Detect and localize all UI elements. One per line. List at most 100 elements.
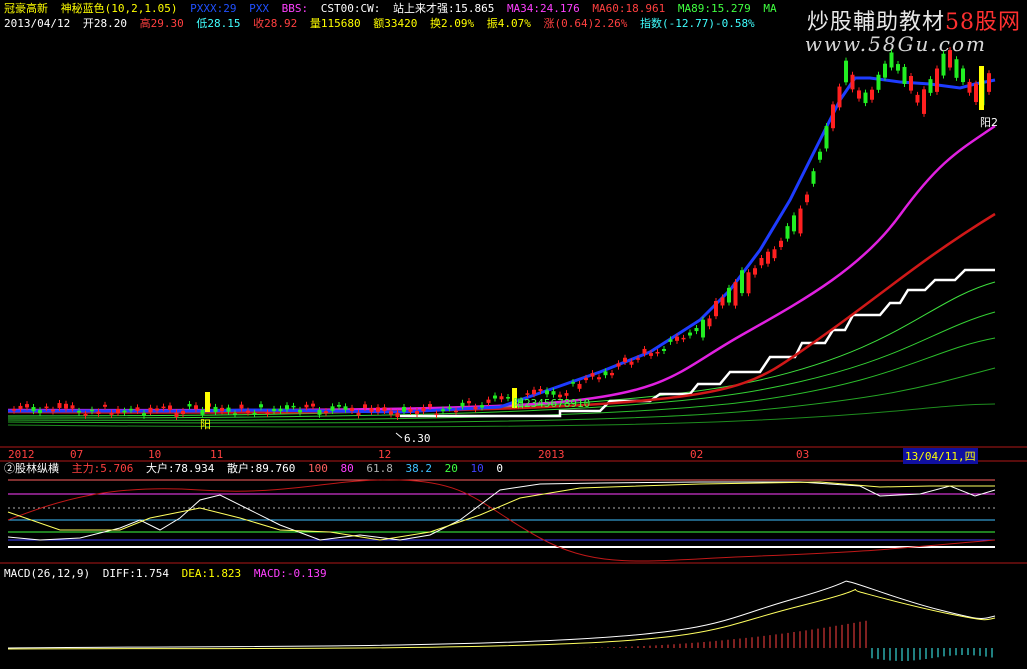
candle[interactable] — [369, 408, 374, 412]
candle[interactable] — [928, 79, 933, 93]
candle[interactable] — [168, 405, 172, 410]
candle[interactable] — [545, 390, 549, 395]
candle[interactable] — [129, 408, 133, 411]
candle[interactable] — [200, 409, 205, 415]
candle[interactable] — [70, 405, 75, 409]
candle[interactable] — [194, 405, 198, 410]
candle[interactable] — [454, 410, 458, 413]
candle[interactable] — [961, 68, 965, 83]
candle[interactable] — [285, 405, 289, 410]
candle[interactable] — [740, 270, 744, 294]
candle[interactable] — [909, 76, 913, 91]
candle[interactable] — [343, 406, 348, 410]
candle[interactable] — [753, 268, 757, 275]
candle[interactable] — [616, 363, 621, 367]
candle[interactable] — [792, 215, 796, 232]
candle[interactable] — [564, 393, 569, 396]
candle[interactable] — [44, 406, 49, 409]
candle[interactable] — [610, 372, 614, 376]
candle[interactable] — [571, 382, 575, 384]
candle[interactable] — [181, 410, 185, 415]
candle[interactable] — [642, 348, 647, 354]
candle[interactable] — [64, 403, 68, 409]
candle[interactable] — [311, 403, 315, 407]
candle[interactable] — [889, 52, 894, 68]
candle[interactable] — [298, 409, 302, 413]
candle[interactable] — [902, 66, 907, 84]
ind2-title[interactable]: ②股林纵横 — [4, 462, 59, 475]
candle[interactable] — [733, 282, 738, 306]
candle[interactable] — [213, 406, 218, 412]
candle[interactable] — [675, 336, 679, 341]
candle[interactable] — [220, 407, 224, 412]
candle[interactable] — [662, 348, 666, 351]
candle[interactable] — [493, 395, 497, 399]
candle[interactable] — [857, 90, 861, 99]
candle[interactable] — [915, 94, 920, 103]
candle[interactable] — [51, 409, 55, 412]
candle[interactable] — [291, 405, 296, 408]
candle[interactable] — [811, 171, 816, 184]
candle[interactable] — [259, 404, 263, 408]
candle[interactable] — [428, 404, 432, 407]
candle[interactable] — [655, 351, 660, 354]
candle[interactable] — [837, 86, 842, 108]
candle[interactable] — [636, 358, 640, 360]
candle[interactable] — [824, 126, 829, 149]
candle[interactable] — [805, 194, 809, 203]
candle[interactable] — [96, 411, 101, 414]
candle[interactable] — [415, 411, 419, 415]
candle[interactable] — [597, 377, 601, 380]
candle[interactable] — [831, 104, 835, 129]
candle[interactable] — [766, 251, 770, 264]
candle[interactable] — [467, 401, 471, 404]
candle[interactable] — [844, 60, 848, 83]
candle[interactable] — [941, 53, 946, 76]
candle[interactable] — [447, 407, 452, 409]
candle[interactable] — [538, 389, 543, 392]
candle[interactable] — [714, 301, 718, 317]
candle[interactable] — [948, 50, 952, 68]
candle[interactable] — [83, 413, 88, 416]
candle[interactable] — [278, 408, 283, 412]
candle[interactable] — [876, 74, 881, 90]
candle[interactable] — [161, 406, 166, 409]
candle[interactable] — [350, 407, 354, 411]
candle[interactable] — [668, 339, 673, 342]
candle[interactable] — [265, 412, 270, 415]
candle[interactable] — [967, 81, 972, 93]
candle[interactable] — [389, 411, 393, 415]
candle[interactable] — [90, 409, 94, 412]
candle[interactable] — [974, 83, 978, 103]
candle[interactable] — [486, 399, 491, 403]
candle[interactable] — [785, 226, 790, 239]
candle[interactable] — [532, 389, 536, 395]
candle[interactable] — [402, 406, 406, 412]
candle[interactable] — [746, 272, 751, 294]
candle[interactable] — [174, 412, 179, 417]
candle[interactable] — [122, 410, 127, 413]
candle[interactable] — [896, 64, 900, 71]
candle[interactable] — [987, 73, 991, 92]
candle[interactable] — [590, 373, 595, 377]
candle[interactable] — [233, 413, 237, 415]
candle[interactable] — [688, 332, 692, 336]
candle[interactable] — [720, 297, 725, 306]
candle[interactable] — [954, 59, 959, 78]
candle[interactable] — [922, 89, 926, 114]
candle[interactable] — [272, 408, 276, 411]
candle[interactable] — [252, 412, 257, 415]
candle[interactable] — [187, 404, 192, 407]
candle[interactable] — [226, 407, 231, 412]
candle[interactable] — [395, 412, 400, 418]
candle[interactable] — [135, 407, 140, 411]
candle[interactable] — [506, 397, 510, 399]
candle[interactable] — [38, 410, 42, 414]
candle[interactable] — [649, 353, 653, 356]
candle[interactable] — [421, 407, 426, 412]
candle[interactable] — [12, 409, 16, 411]
candle[interactable] — [31, 407, 36, 412]
candle[interactable] — [356, 412, 361, 416]
candle[interactable] — [870, 89, 874, 100]
candle[interactable] — [363, 404, 367, 409]
